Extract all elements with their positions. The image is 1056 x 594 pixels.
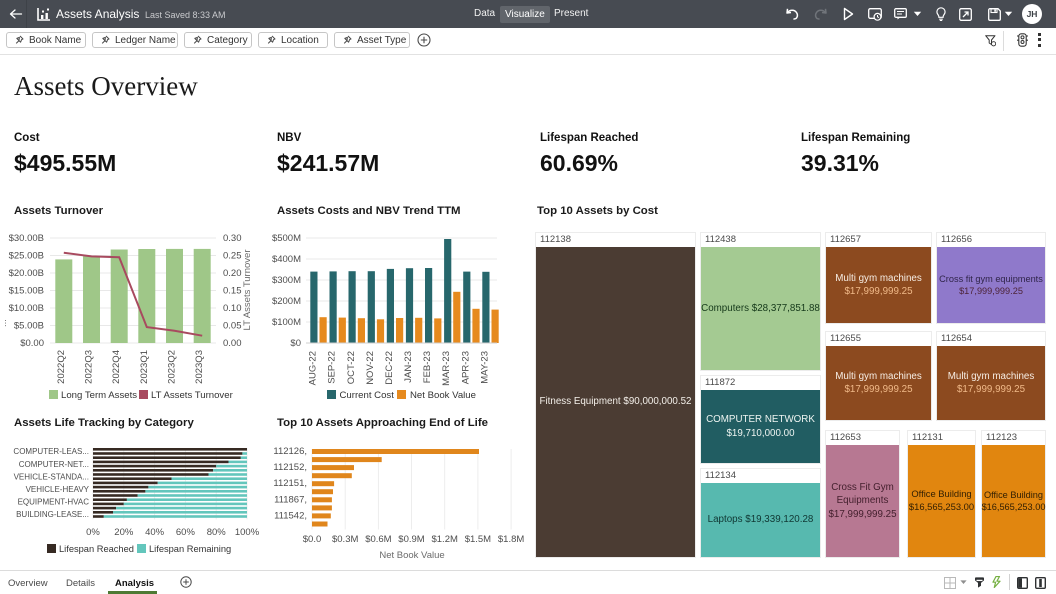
svg-text:111542,: 111542, bbox=[274, 510, 307, 521]
svg-text:$5.00B: $5.00B bbox=[14, 321, 44, 332]
svg-text:2022Q4: 2022Q4 bbox=[111, 350, 122, 384]
svg-text:2023Q3: 2023Q3 bbox=[194, 350, 205, 384]
svg-text:Lifespan Reached: Lifespan Reached bbox=[59, 544, 134, 554]
svg-text:$1.5M: $1.5M bbox=[465, 534, 491, 545]
svg-text:0.30: 0.30 bbox=[223, 233, 242, 244]
svg-text:$0.6M: $0.6M bbox=[365, 534, 391, 545]
svg-text:60%: 60% bbox=[176, 527, 196, 538]
svg-text:$15.00B: $15.00B bbox=[9, 286, 44, 297]
svg-text:$0.00: $0.00 bbox=[20, 338, 44, 349]
svg-text:80%: 80% bbox=[207, 527, 227, 538]
svg-text:20%: 20% bbox=[114, 527, 134, 538]
svg-text:VEHICLE-HEAVY: VEHICLE-HEAVY bbox=[26, 485, 90, 494]
svg-text:SEP-22: SEP-22 bbox=[327, 351, 338, 384]
svg-text:NOV-22: NOV-22 bbox=[365, 351, 376, 385]
svg-text:$20.00B: $20.00B bbox=[9, 268, 44, 279]
svg-text:111867,: 111867, bbox=[274, 494, 307, 505]
svg-text:Net Book Value: Net Book Value bbox=[410, 390, 476, 401]
svg-text:0.00: 0.00 bbox=[223, 338, 242, 349]
svg-text:112151,: 112151, bbox=[273, 478, 307, 489]
svg-text:$10.00B: $10.00B bbox=[9, 303, 44, 314]
svg-text:$0: $0 bbox=[290, 338, 301, 349]
svg-text:2023Q2: 2023Q2 bbox=[167, 350, 178, 384]
svg-text:MAY-23: MAY-23 bbox=[480, 351, 491, 384]
svg-text:JAN-23: JAN-23 bbox=[403, 351, 414, 383]
svg-text:0.10: 0.10 bbox=[223, 303, 242, 314]
svg-text:112152,: 112152, bbox=[273, 462, 307, 473]
svg-text:0.25: 0.25 bbox=[223, 251, 242, 262]
svg-text:LT Assets Turnover: LT Assets Turnover bbox=[151, 390, 234, 401]
svg-text:$300M: $300M bbox=[272, 275, 301, 286]
svg-text:COMPUTER-NET...: COMPUTER-NET... bbox=[19, 460, 89, 469]
svg-text:$200M: $200M bbox=[272, 296, 301, 307]
svg-text:$1.2M: $1.2M bbox=[431, 534, 457, 545]
svg-text:Lifespan Remaining: Lifespan Remaining bbox=[149, 544, 231, 554]
svg-text:$30.00B: $30.00B bbox=[9, 233, 44, 244]
svg-text:VEHICLE-STANDA...: VEHICLE-STANDA... bbox=[14, 472, 89, 481]
svg-text:EQUIPMENT-HVAC: EQUIPMENT-HVAC bbox=[18, 498, 90, 507]
svg-text:DEC-22: DEC-22 bbox=[384, 351, 395, 385]
svg-text:0.20: 0.20 bbox=[223, 268, 242, 279]
svg-text:2022Q3: 2022Q3 bbox=[84, 350, 95, 384]
svg-text:$1.8M: $1.8M bbox=[498, 534, 524, 545]
svg-text:BUILDING-LEASE...: BUILDING-LEASE... bbox=[16, 510, 89, 519]
svg-text:AUG-22: AUG-22 bbox=[308, 351, 319, 385]
svg-text:Current Cost: Current Cost bbox=[340, 390, 395, 401]
svg-text:0.15: 0.15 bbox=[223, 286, 242, 297]
svg-text:112126,: 112126, bbox=[273, 446, 307, 457]
svg-text:COMPUTER-LEAS...: COMPUTER-LEAS... bbox=[13, 447, 89, 456]
svg-text:100%: 100% bbox=[235, 527, 260, 538]
svg-text:$500M: $500M bbox=[272, 233, 301, 244]
svg-text:$0.3M: $0.3M bbox=[332, 534, 358, 545]
svg-text:Net Book Value: Net Book Value bbox=[379, 550, 444, 561]
svg-text:$100M: $100M bbox=[272, 317, 301, 328]
svg-text:MAR-23: MAR-23 bbox=[441, 351, 452, 386]
svg-text:0.05: 0.05 bbox=[223, 321, 242, 332]
svg-text:$400M: $400M bbox=[272, 254, 301, 265]
svg-text:2022Q2: 2022Q2 bbox=[56, 350, 67, 384]
svg-text:OCT-22: OCT-22 bbox=[346, 351, 357, 384]
svg-text:...: ... bbox=[0, 319, 9, 327]
svg-text:0%: 0% bbox=[86, 527, 100, 538]
svg-text:$25.00B: $25.00B bbox=[9, 251, 44, 262]
svg-text:$0.0: $0.0 bbox=[303, 534, 322, 545]
svg-text:Long Term Assets: Long Term Assets bbox=[61, 390, 137, 401]
svg-text:LT Assets Turnover: LT Assets Turnover bbox=[242, 250, 253, 331]
svg-text:$0.9M: $0.9M bbox=[398, 534, 424, 545]
svg-text:40%: 40% bbox=[145, 527, 165, 538]
svg-text:APR-23: APR-23 bbox=[460, 351, 471, 384]
svg-text:2023Q1: 2023Q1 bbox=[139, 350, 150, 384]
svg-text:FEB-23: FEB-23 bbox=[422, 351, 433, 383]
